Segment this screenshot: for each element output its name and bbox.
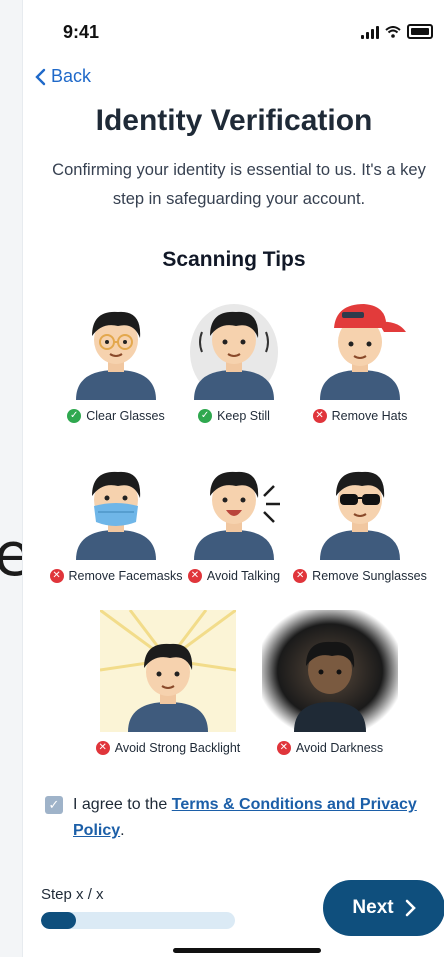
agreement-text: I agree to the Terms & Conditions and Pr… (73, 792, 421, 844)
clear-glasses-avatar-icon (76, 311, 156, 400)
backdrop (0, 0, 22, 957)
check-icon: ✓ (198, 409, 213, 423)
step-progress-fill (41, 912, 76, 929)
tip-label: Keep Still (217, 409, 270, 423)
tip-avoid-backlight: ✕ Avoid Strong Backlight (85, 608, 251, 755)
tip-avoid-darkness: ✕ Avoid Darkness (255, 610, 405, 755)
agree-checkbox[interactable]: ✓ (45, 796, 63, 814)
tip-remove-hats: ✕ Remove Hats (285, 292, 435, 423)
tip-label: Clear Glasses (86, 409, 165, 423)
talking-avatar-icon (194, 471, 280, 560)
chevron-left-icon (35, 68, 46, 85)
terms-agreement: ✓ I agree to the Terms & Conditions and … (45, 792, 421, 844)
check-icon: ✓ (67, 409, 82, 423)
chevron-right-icon (405, 899, 416, 917)
tip-label-row: ✕ Remove Sunglasses (285, 569, 435, 583)
tip-label-row: ✕ Avoid Strong Backlight (85, 741, 251, 755)
agreement-suffix: . (120, 822, 125, 839)
error-icon: ✕ (49, 569, 64, 583)
page-subtitle: Confirming your identity is essential to… (52, 161, 426, 208)
tip-label: Remove Hats (331, 409, 408, 423)
backlight-avatar-icon (99, 608, 237, 732)
tip-remove-sunglasses: ✕ Remove Sunglasses (285, 452, 435, 583)
back-label: Back (51, 66, 92, 86)
status-time: 9:41 (63, 22, 100, 42)
tip-label: Remove Sunglasses (312, 569, 427, 583)
tip-label-row: ✕ Avoid Darkness (255, 741, 405, 755)
error-icon: ✕ (95, 741, 110, 755)
status-icons (361, 24, 433, 39)
back-button[interactable]: Back (33, 66, 91, 87)
battery-icon (407, 24, 433, 39)
page-title: Identity Verification (95, 104, 373, 137)
status-bar: 9:41 (23, 18, 444, 46)
hat-avatar-icon (320, 304, 406, 400)
agreement-prefix: I agree to the (73, 796, 172, 813)
next-label: Next (352, 897, 394, 918)
tip-label: Avoid Strong Backlight (114, 741, 241, 755)
keep-still-avatar-icon (190, 304, 278, 400)
next-button[interactable]: Next (323, 880, 444, 936)
darkness-avatar-icon (262, 610, 398, 732)
step-label: Step x / x (41, 886, 104, 903)
tip-label: Avoid Darkness (295, 741, 384, 755)
error-icon: ✕ (312, 409, 327, 423)
section-title: Scanning Tips (162, 248, 306, 271)
tip-label: Avoid Talking (206, 569, 281, 583)
sunglasses-avatar-icon (320, 471, 400, 560)
error-icon: ✕ (276, 741, 291, 755)
error-icon: ✕ (187, 569, 202, 583)
facemask-avatar-icon (76, 471, 156, 560)
wifi-icon (385, 25, 401, 38)
home-indicator (173, 948, 321, 953)
error-icon: ✕ (293, 569, 308, 583)
phone-screen: 9:41 Back Identity Verification Confirmi… (22, 0, 444, 957)
tip-label-row: ✕ Remove Hats (285, 409, 435, 423)
step-progress-bar (41, 912, 235, 929)
signal-icon (361, 25, 379, 39)
